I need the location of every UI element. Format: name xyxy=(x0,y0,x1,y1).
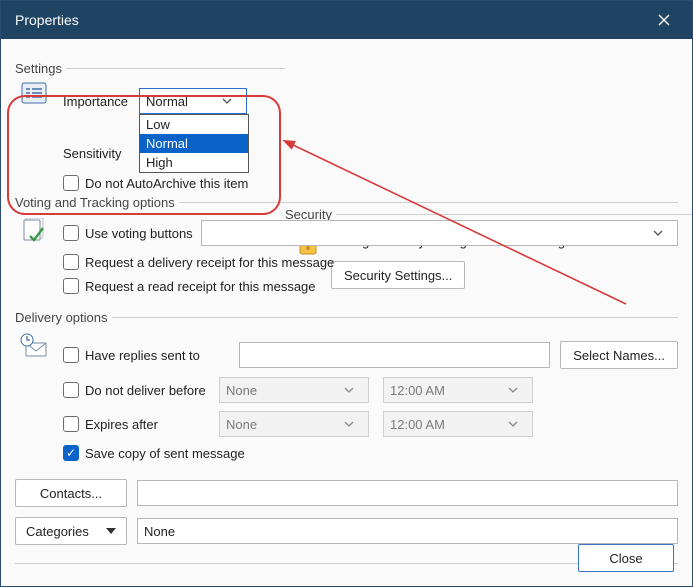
delivery-receipt-label: Request a delivery receipt for this mess… xyxy=(85,255,334,270)
chevron-down-icon xyxy=(344,387,362,393)
chevron-down-icon xyxy=(508,421,526,427)
categories-field[interactable]: None xyxy=(137,518,678,544)
voting-legend: Voting and Tracking options xyxy=(15,195,179,210)
categories-button-label: Categories xyxy=(26,524,89,539)
expires-time-value: 12:00 AM xyxy=(390,417,445,432)
properties-dialog: Properties Settings xyxy=(0,0,693,587)
importance-value: Normal xyxy=(146,94,188,109)
importance-option-low[interactable]: Low xyxy=(140,115,248,134)
not-before-date-combo[interactable]: None xyxy=(219,377,369,403)
caret-down-icon xyxy=(106,528,116,534)
have-replies-field[interactable] xyxy=(239,342,550,368)
close-icon xyxy=(658,14,670,26)
contacts-button[interactable]: Contacts... xyxy=(15,479,127,507)
read-receipt-checkbox[interactable] xyxy=(63,278,79,294)
contacts-field[interactable] xyxy=(137,480,678,506)
autoarchive-label: Do not AutoArchive this item xyxy=(85,176,248,191)
importance-label: Importance xyxy=(63,94,139,109)
expires-checkbox[interactable] xyxy=(63,416,79,432)
delivery-group: Delivery options Have replies sent to Se… xyxy=(15,310,678,465)
not-before-time-combo[interactable]: 12:00 AM xyxy=(383,377,533,403)
close-button[interactable]: Close xyxy=(578,544,674,572)
importance-dropdown: Low Normal High xyxy=(139,114,249,173)
chevron-down-icon xyxy=(508,387,526,393)
expires-date-combo[interactable]: None xyxy=(219,411,369,437)
window-close-button[interactable] xyxy=(646,6,682,34)
window-title: Properties xyxy=(15,12,79,28)
have-replies-checkbox[interactable] xyxy=(63,347,79,363)
save-copy-label: Save copy of sent message xyxy=(85,446,245,461)
use-voting-label: Use voting buttons xyxy=(85,226,193,241)
titlebar: Properties xyxy=(1,1,692,39)
sensitivity-label: Sensitivity xyxy=(63,146,139,161)
not-before-time-value: 12:00 AM xyxy=(390,383,445,398)
categories-button[interactable]: Categories xyxy=(15,517,127,545)
have-replies-label: Have replies sent to xyxy=(85,348,200,363)
chevron-down-icon xyxy=(222,98,240,104)
use-voting-checkbox[interactable] xyxy=(63,225,79,241)
delivery-legend: Delivery options xyxy=(15,310,112,325)
autoarchive-checkbox[interactable] xyxy=(63,175,79,191)
voting-group: Voting and Tracking options Use voting b… xyxy=(15,195,678,298)
chevron-down-icon xyxy=(344,421,362,427)
not-before-checkbox[interactable] xyxy=(63,382,79,398)
chevron-down-icon xyxy=(653,230,671,236)
categories-value: None xyxy=(144,524,175,539)
importance-combo[interactable]: Normal Low Normal High xyxy=(139,88,247,114)
settings-legend: Settings xyxy=(15,61,66,76)
expires-label: Expires after xyxy=(85,417,158,432)
voting-combo[interactable] xyxy=(201,220,678,246)
importance-option-normal[interactable]: Normal xyxy=(140,134,248,153)
not-before-date-value: None xyxy=(226,383,257,398)
read-receipt-label: Request a read receipt for this message xyxy=(85,279,316,294)
save-copy-checkbox[interactable] xyxy=(63,445,79,461)
select-names-button[interactable]: Select Names... xyxy=(560,341,678,369)
delivery-receipt-checkbox[interactable] xyxy=(63,254,79,270)
not-before-label: Do not deliver before xyxy=(85,383,206,398)
expires-time-combo[interactable]: 12:00 AM xyxy=(383,411,533,437)
expires-date-value: None xyxy=(226,417,257,432)
importance-option-high[interactable]: High xyxy=(140,153,248,172)
settings-group: Settings Importance Norma xyxy=(15,61,285,195)
